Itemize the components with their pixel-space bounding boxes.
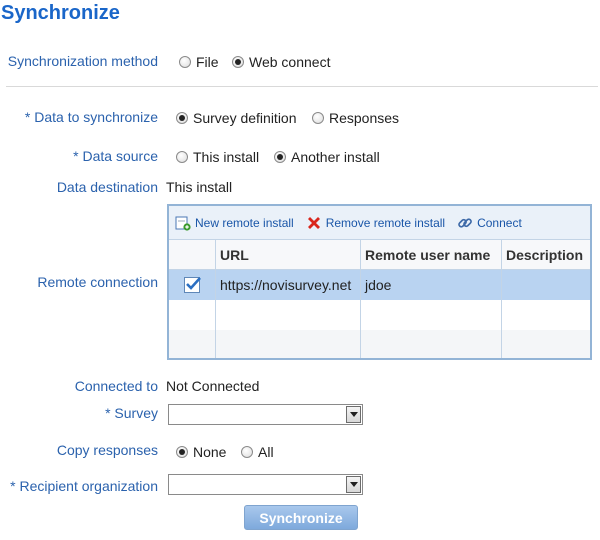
radio-circle[interactable] [274, 151, 286, 163]
radio-label: None [193, 444, 227, 460]
header-remote-user[interactable]: Remote user name [361, 240, 502, 269]
source-this-install-radio[interactable]: This install [176, 149, 259, 165]
link-icon [458, 217, 472, 228]
data-survey-definition-radio[interactable]: Survey definition [176, 110, 297, 126]
radio-circle[interactable] [176, 446, 188, 458]
grid-header: URL Remote user name Description [169, 240, 590, 270]
data-to-sync-label: * Data to synchronize [24, 109, 158, 125]
description-cell [502, 270, 590, 300]
table-row[interactable]: https://novisurvey.net jdoe [169, 270, 590, 300]
copy-none-radio[interactable]: None [176, 444, 226, 460]
empty-row [169, 330, 590, 358]
connected-to-value: Not Connected [166, 378, 260, 394]
empty-cell [216, 330, 361, 358]
remote-connection-label: Remote connection [37, 274, 158, 290]
synchronize-button[interactable]: Synchronize [244, 505, 358, 530]
empty-cell [216, 300, 361, 330]
connect-button[interactable]: Connect [457, 215, 522, 231]
radio-label: Survey definition [193, 110, 297, 126]
checkmark-icon [186, 277, 201, 290]
empty-cell [361, 330, 502, 358]
recipient-org-select[interactable] [168, 474, 363, 495]
radio-label: Responses [329, 110, 400, 126]
header-url[interactable]: URL [216, 240, 361, 269]
empty-cell [361, 300, 502, 330]
radio-label: This install [193, 149, 260, 165]
radio-label: Web connect [249, 54, 331, 70]
copy-responses-label: Copy responses [56, 442, 158, 458]
recipient-org-label: * Recipient organization [10, 478, 158, 494]
sync-method-file-radio[interactable]: File [179, 54, 219, 70]
remove-remote-install-label: Remove remote install [325, 215, 446, 230]
remove-remote-install-button[interactable]: Remove remote install [306, 215, 445, 231]
sync-method-webconnect-radio[interactable]: Web connect [232, 54, 330, 70]
radio-circle[interactable] [179, 56, 191, 68]
radio-label: All [258, 444, 274, 460]
radio-circle[interactable] [176, 151, 188, 163]
row-select-cell [169, 270, 216, 300]
new-remote-install-button[interactable]: New remote install [175, 215, 294, 231]
user-cell: jdoe [361, 270, 502, 300]
section-divider [6, 86, 598, 87]
connected-to-label: Connected to [74, 378, 158, 394]
empty-cell [502, 300, 590, 330]
row-checkbox[interactable] [184, 277, 201, 293]
new-icon [175, 216, 191, 231]
connect-label: Connect [477, 215, 522, 230]
new-remote-install-label: New remote install [195, 215, 294, 230]
dropdown-arrow-icon[interactable] [346, 406, 361, 423]
survey-label: * Survey [105, 405, 158, 421]
dropdown-arrow-icon[interactable] [346, 476, 361, 493]
empty-cell [169, 330, 216, 358]
grid-toolbar: New remote install Remove remote install… [169, 206, 590, 240]
radio-circle[interactable] [232, 56, 244, 68]
empty-cell [502, 330, 590, 358]
empty-cell [169, 300, 216, 330]
data-source-label: * Data source [73, 148, 158, 164]
header-select [169, 240, 216, 269]
data-destination-label: Data destination [56, 179, 158, 195]
page-title: Synchronize [1, 2, 120, 24]
radio-label: File [196, 54, 219, 70]
remote-connection-grid: New remote install Remove remote install… [167, 204, 592, 360]
data-responses-radio[interactable]: Responses [312, 110, 399, 126]
radio-label: Another install [291, 149, 380, 165]
copy-all-radio[interactable]: All [241, 444, 274, 460]
survey-select[interactable] [168, 404, 363, 425]
radio-circle[interactable] [312, 112, 324, 124]
url-cell: https://novisurvey.net [216, 270, 361, 300]
header-description[interactable]: Description [502, 240, 590, 269]
source-another-install-radio[interactable]: Another install [274, 149, 380, 165]
empty-row [169, 300, 590, 330]
remove-icon [307, 216, 320, 229]
data-destination-value: This install [166, 179, 233, 195]
sync-method-label: Synchronization method [7, 53, 158, 69]
radio-circle[interactable] [241, 446, 253, 458]
radio-circle[interactable] [176, 112, 188, 124]
